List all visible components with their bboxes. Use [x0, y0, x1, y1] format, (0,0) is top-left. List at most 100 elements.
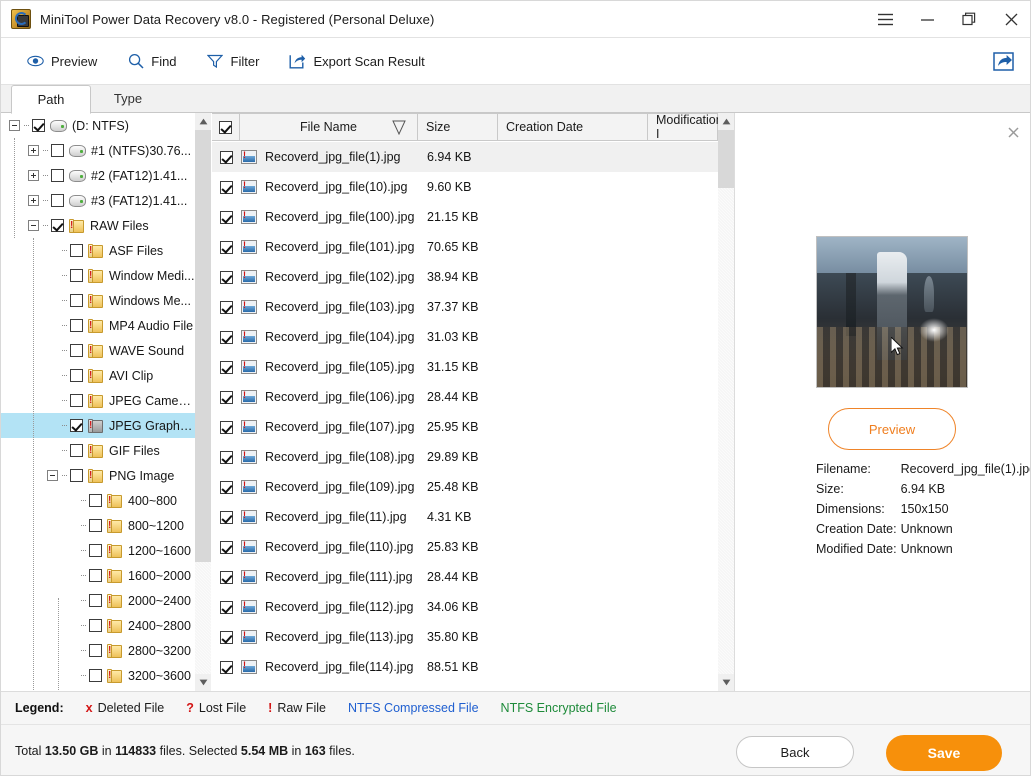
table-row[interactable]: Recoverd_jpg_file(102).jpg 38.94 KB — [212, 262, 718, 292]
tree-item-checkbox[interactable] — [89, 619, 102, 632]
table-row[interactable]: Recoverd_jpg_file(112).jpg 34.06 KB — [212, 592, 718, 622]
file-row-checkbox[interactable] — [220, 270, 233, 284]
file-row-checkbox[interactable] — [220, 570, 233, 584]
expand-plus-icon[interactable] — [28, 145, 39, 156]
file-row-checkbox[interactable] — [220, 300, 233, 314]
column-header-creation-date[interactable]: Creation Date — [498, 114, 648, 140]
tree-item-10[interactable]: ! AVI Clip — [1, 363, 195, 388]
list-scroll-down-arrow[interactable] — [718, 674, 734, 691]
tree-item-checkbox[interactable] — [89, 669, 102, 682]
tree-item-1[interactable]: #1 (NTFS)30.76... — [1, 138, 195, 163]
table-row[interactable]: Recoverd_jpg_file(106).jpg 28.44 KB — [212, 382, 718, 412]
tree-item-checkbox[interactable] — [89, 494, 102, 507]
file-row-checkbox[interactable] — [220, 480, 233, 494]
tree-item-checkbox[interactable] — [32, 119, 45, 132]
tree-item-checkbox[interactable] — [89, 519, 102, 532]
tree-item-6[interactable]: ! Window Medi... — [1, 263, 195, 288]
collapse-minus-icon[interactable] — [28, 220, 39, 231]
tree-item-checkbox[interactable] — [89, 594, 102, 607]
file-row-checkbox[interactable] — [220, 360, 233, 374]
tree-item-checkbox[interactable] — [70, 394, 83, 407]
tree-item-8[interactable]: ! MP4 Audio File — [1, 313, 195, 338]
table-row[interactable]: Recoverd_jpg_file(107).jpg 25.95 KB — [212, 412, 718, 442]
file-list-scrollbar[interactable] — [718, 113, 734, 691]
close-button[interactable] — [990, 1, 1030, 37]
table-row[interactable]: Recoverd_jpg_file(100).jpg 21.15 KB — [212, 202, 718, 232]
tree-item-checkbox[interactable] — [89, 569, 102, 582]
list-scroll-thumb[interactable] — [718, 130, 734, 188]
tree-item-checkbox[interactable] — [51, 169, 64, 182]
tree-item-18[interactable]: ! 1600~2000 — [1, 563, 195, 588]
tree-item-12[interactable]: ! JPEG Graphic... — [1, 413, 195, 438]
tree-item-checkbox[interactable] — [89, 644, 102, 657]
column-header-modification-date[interactable]: Modification I — [648, 113, 723, 141]
file-row-checkbox[interactable] — [220, 630, 233, 644]
tree-item-17[interactable]: ! 1200~1600 — [1, 538, 195, 563]
tree-item-16[interactable]: ! 800~1200 — [1, 513, 195, 538]
collapse-minus-icon[interactable] — [9, 120, 20, 131]
table-row[interactable]: Recoverd_jpg_file(113).jpg 35.80 KB — [212, 622, 718, 652]
tree-item-checkbox[interactable] — [51, 194, 64, 207]
tree-item-5[interactable]: ! ASF Files — [1, 238, 195, 263]
table-row[interactable]: Recoverd_jpg_file(108).jpg 29.89 KB — [212, 442, 718, 472]
table-row[interactable]: Recoverd_jpg_file(109).jpg 25.48 KB — [212, 472, 718, 502]
save-button[interactable]: Save — [886, 735, 1002, 771]
share-export-icon[interactable] — [988, 46, 1018, 76]
file-row-checkbox[interactable] — [220, 450, 233, 464]
tree-item-7[interactable]: ! Windows Me... — [1, 288, 195, 313]
tree-scroll-up-arrow[interactable] — [195, 113, 211, 130]
preview-open-button[interactable]: Preview — [828, 408, 956, 450]
column-header-file-name[interactable]: File Name — [240, 114, 418, 140]
folder-tree-pane[interactable]: (D: NTFS) #1 (NTFS)30.76... #2 (FAT12)1.41… — [1, 113, 211, 691]
tree-item-22[interactable]: ! 3200~3600 — [1, 663, 195, 688]
file-row-checkbox[interactable] — [220, 510, 233, 524]
tree-item-20[interactable]: ! 2400~2800 — [1, 613, 195, 638]
back-button[interactable]: Back — [736, 736, 854, 768]
file-list-body[interactable]: Recoverd_jpg_file(1).jpg6.94 KBRecoverd_… — [212, 142, 718, 690]
tree-item-0[interactable]: (D: NTFS) — [1, 113, 195, 138]
toolbar-export-button[interactable]: Export Scan Result — [277, 46, 436, 76]
table-row[interactable]: Recoverd_jpg_file(110).jpg 25.83 KB — [212, 532, 718, 562]
column-header-size[interactable]: Size — [418, 114, 498, 140]
tree-item-4[interactable]: ! RAW Files — [1, 213, 195, 238]
select-all-checkbox[interactable] — [219, 120, 232, 134]
table-row[interactable]: Recoverd_jpg_file(105).jpg 31.15 KB — [212, 352, 718, 382]
tree-item-checkbox[interactable] — [51, 219, 64, 232]
expand-plus-icon[interactable] — [28, 195, 39, 206]
toolbar-find-button[interactable]: Find — [115, 46, 188, 76]
tree-item-checkbox[interactable] — [70, 344, 83, 357]
table-row[interactable]: Recoverd_jpg_file(11).jpg 4.31 KB — [212, 502, 718, 532]
list-scroll-up-arrow[interactable] — [718, 113, 734, 130]
tree-item-2[interactable]: #2 (FAT12)1.41... — [1, 163, 195, 188]
tree-scrollbar[interactable] — [195, 113, 211, 691]
tree-item-13[interactable]: ! GIF Files — [1, 438, 195, 463]
tree-item-checkbox[interactable] — [51, 144, 64, 157]
tree-scroll-down-arrow[interactable] — [195, 674, 211, 691]
tree-item-checkbox[interactable] — [89, 544, 102, 557]
toolbar-filter-button[interactable]: Filter — [195, 46, 272, 76]
tree-item-checkbox[interactable] — [70, 369, 83, 382]
tree-item-14[interactable]: ! PNG Image — [1, 463, 195, 488]
file-row-checkbox[interactable] — [220, 180, 233, 194]
list-scroll-gutter[interactable] — [718, 130, 734, 674]
tree-item-3[interactable]: #3 (FAT12)1.41... — [1, 188, 195, 213]
tree-item-checkbox[interactable] — [70, 419, 83, 432]
expand-plus-icon[interactable] — [28, 170, 39, 181]
collapse-minus-icon[interactable] — [47, 470, 58, 481]
tree-item-checkbox[interactable] — [70, 469, 83, 482]
tree-item-11[interactable]: ! JPEG Camera... — [1, 388, 195, 413]
tree-item-9[interactable]: ! WAVE Sound — [1, 338, 195, 363]
table-row[interactable]: Recoverd_jpg_file(101).jpg 70.65 KB — [212, 232, 718, 262]
toolbar-preview-button[interactable]: Preview — [15, 46, 109, 76]
preview-thumbnail[interactable] — [816, 236, 968, 388]
table-row[interactable]: Recoverd_jpg_file(10).jpg 9.60 KB — [212, 172, 718, 202]
file-row-checkbox[interactable] — [220, 600, 233, 614]
preview-close-icon[interactable] — [1004, 123, 1022, 141]
tree-item-checkbox[interactable] — [70, 269, 83, 282]
file-row-checkbox[interactable] — [220, 330, 233, 344]
restore-button[interactable] — [948, 1, 990, 37]
file-row-checkbox[interactable] — [220, 540, 233, 554]
tree-item-checkbox[interactable] — [70, 444, 83, 457]
tree-item-21[interactable]: ! 2800~3200 — [1, 638, 195, 663]
select-all-header[interactable] — [212, 114, 240, 140]
